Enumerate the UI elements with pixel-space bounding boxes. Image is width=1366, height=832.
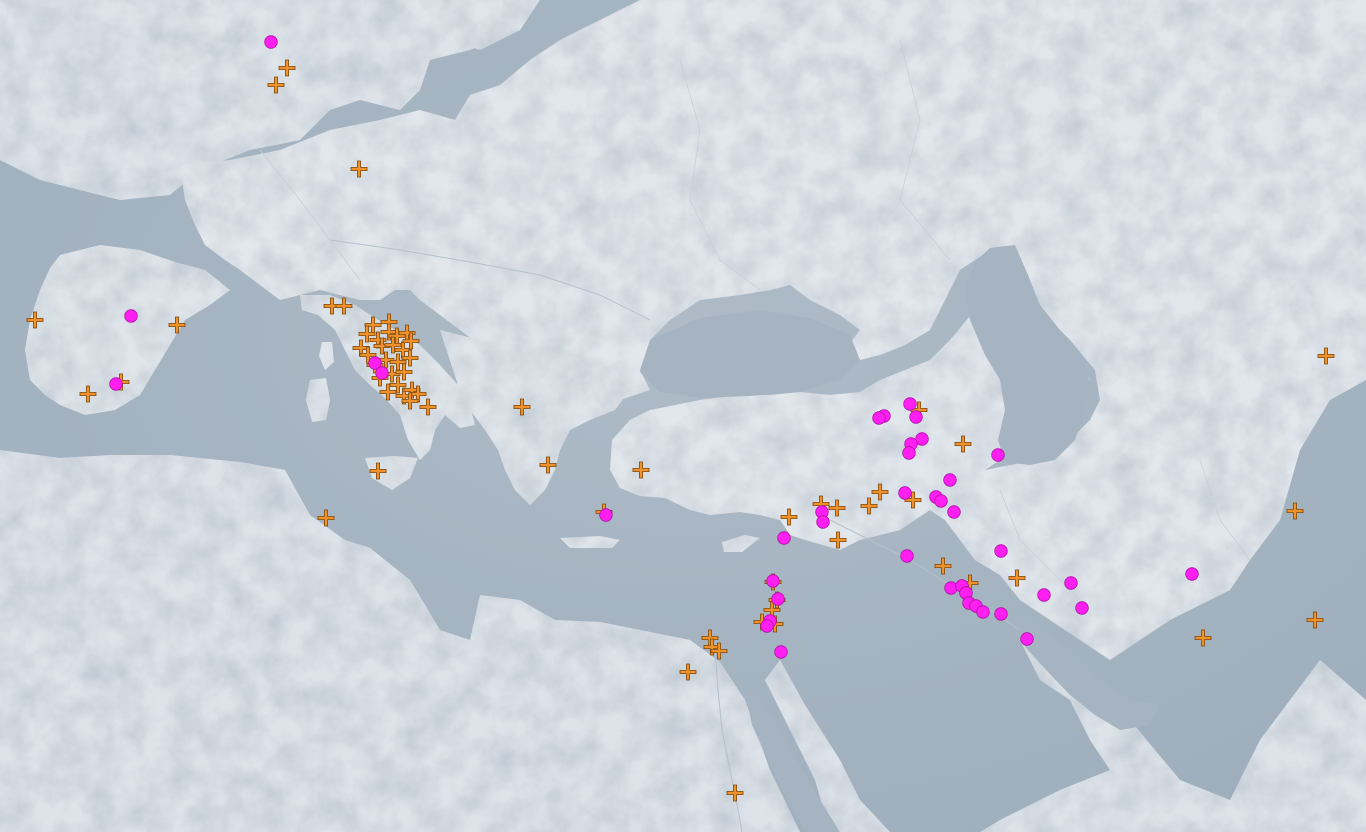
dot-marker[interactable]	[816, 515, 830, 529]
dot-marker[interactable]	[994, 607, 1008, 621]
dot-marker[interactable]	[1037, 588, 1051, 602]
dot-marker[interactable]	[777, 531, 791, 545]
dot-marker[interactable]	[760, 619, 774, 633]
dot-marker[interactable]	[124, 309, 138, 323]
dot-marker[interactable]	[943, 473, 957, 487]
dot-marker[interactable]	[1075, 601, 1089, 615]
dot-marker[interactable]	[898, 486, 912, 500]
dot-marker[interactable]	[771, 592, 785, 606]
dot-marker[interactable]	[994, 544, 1008, 558]
dot-marker[interactable]	[909, 410, 923, 424]
dot-marker[interactable]	[1185, 567, 1199, 581]
dot-marker[interactable]	[903, 397, 917, 411]
dot-marker[interactable]	[902, 446, 916, 460]
dot-marker[interactable]	[264, 35, 278, 49]
dot-marker[interactable]	[872, 411, 886, 425]
dot-marker[interactable]	[109, 377, 123, 391]
dot-marker[interactable]	[991, 448, 1005, 462]
dot-marker[interactable]	[900, 549, 914, 563]
dot-marker[interactable]	[1064, 576, 1078, 590]
dot-marker[interactable]	[1020, 632, 1034, 646]
dot-marker[interactable]	[375, 366, 389, 380]
dot-marker[interactable]	[947, 505, 961, 519]
dot-marker[interactable]	[976, 605, 990, 619]
map-canvas[interactable]	[0, 0, 1366, 832]
dot-marker[interactable]	[774, 645, 788, 659]
dot-marker[interactable]	[766, 574, 780, 588]
dot-marker[interactable]	[944, 581, 958, 595]
dot-marker[interactable]	[599, 508, 613, 522]
dot-marker[interactable]	[934, 494, 948, 508]
map-view[interactable]	[0, 0, 1366, 832]
